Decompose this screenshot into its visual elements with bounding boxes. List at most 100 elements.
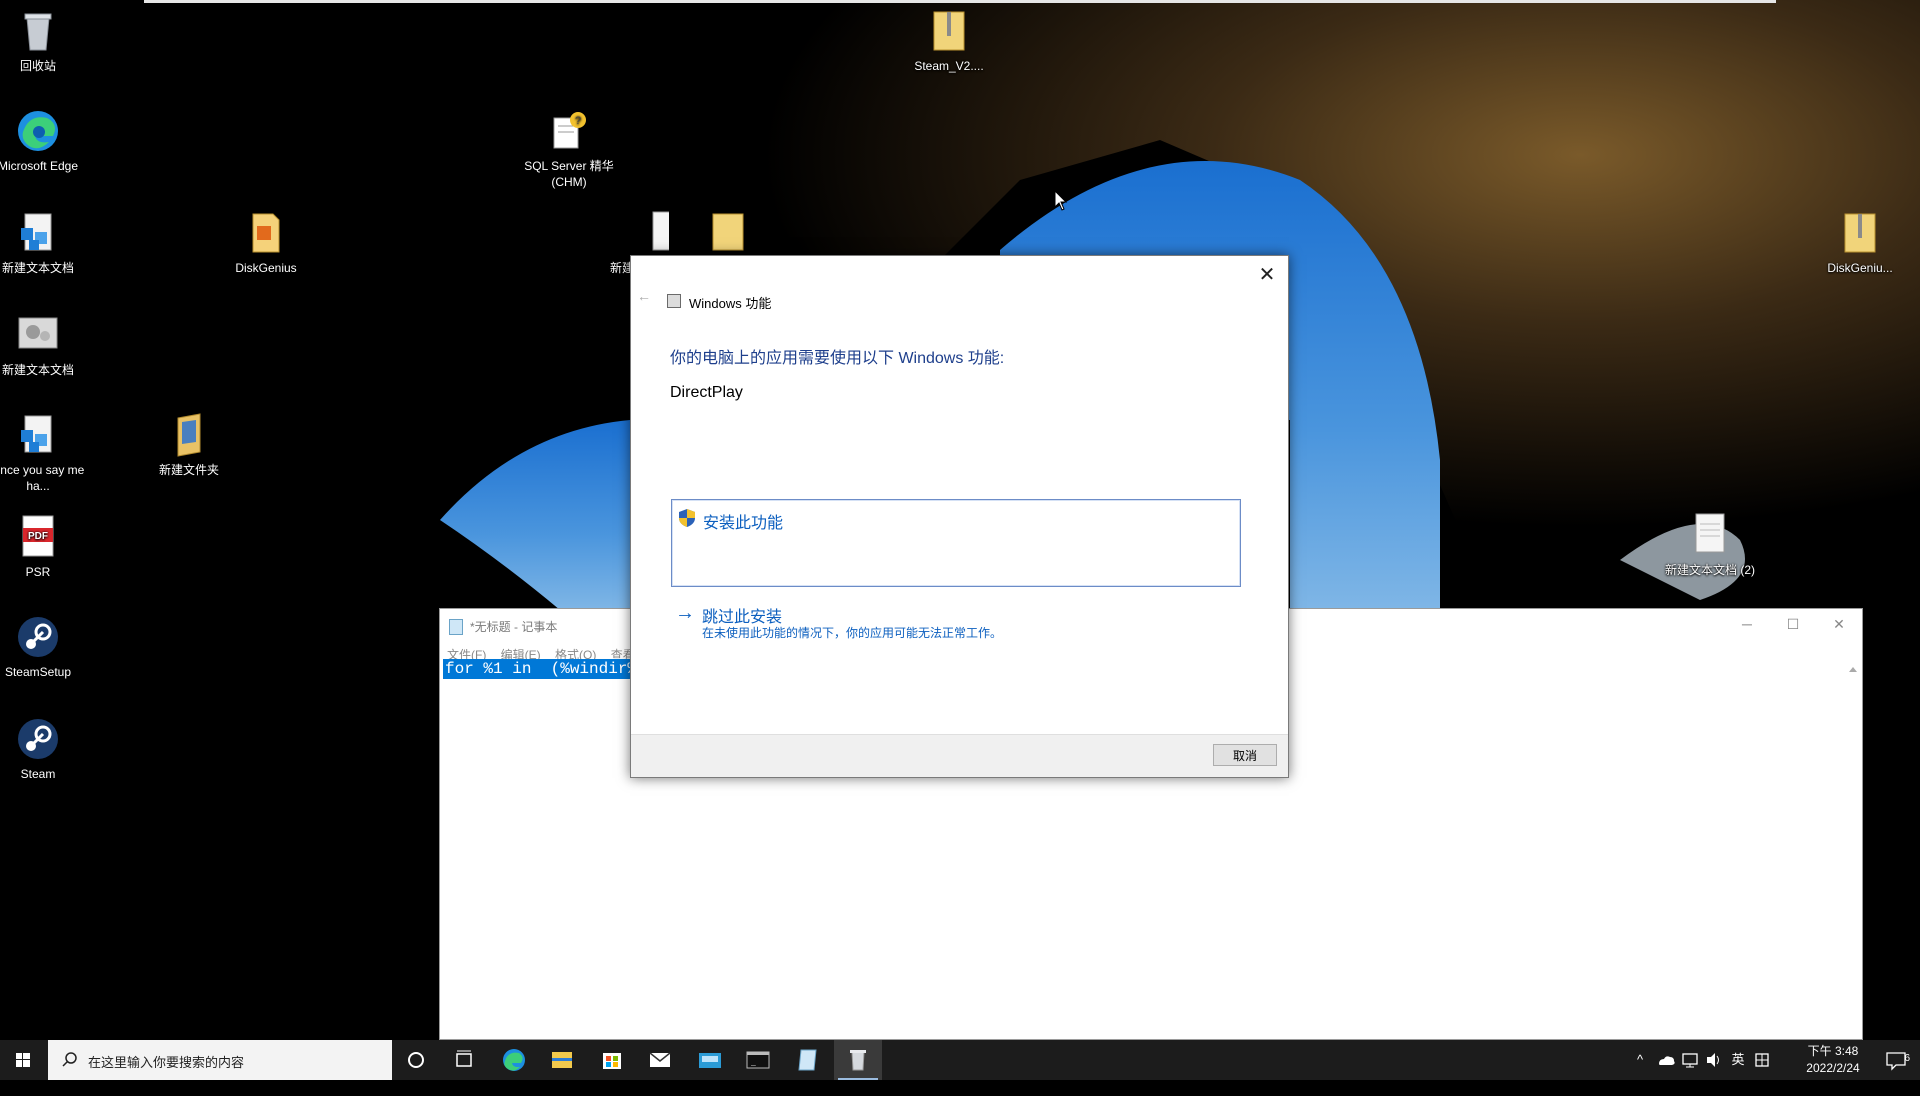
svg-text:_: _ [750, 1059, 756, 1068]
desktop-icon-label: 回收站 [19, 59, 56, 73]
back-arrow-icon[interactable]: ← [637, 288, 651, 304]
notepad-app-icon [449, 619, 463, 635]
recycle-bin-icon [15, 8, 61, 54]
desktop-icon-label: since you say me ha... [0, 463, 85, 493]
desktop-icon-sql-server-chm[interactable]: ? SQL Server 精华 (CHM) [521, 108, 617, 190]
desktop-icon-psr[interactable]: PDF PSR [0, 514, 86, 580]
start-button[interactable] [0, 1040, 46, 1080]
notepad-title: *无标题 - 记事本 [470, 620, 558, 634]
desktop-icon-label: SteamSetup [4, 665, 72, 679]
desktop-icon-label: Microsoft Edge [0, 159, 79, 173]
desktop-icon-new-text-doc-3[interactable]: 新建文本文档 (2) [1662, 512, 1758, 578]
desktop-icon-edge[interactable]: Microsoft Edge [0, 108, 86, 174]
svg-text:?: ? [575, 115, 581, 127]
desktop-icon-label: PSR [25, 565, 51, 579]
desktop-icon-diskgenius[interactable]: DiskGenius [218, 210, 314, 276]
taskbar-clock[interactable]: 下午 3:48 2022/2/24 [1798, 1043, 1868, 1077]
desktop-icon-steam-setup[interactable]: SteamSetup [0, 614, 86, 680]
desktop-icon-since-you-say[interactable]: since you say me ha... [0, 412, 86, 494]
edge-icon [15, 108, 61, 154]
chevron-up-icon[interactable]: ^ [1632, 1040, 1648, 1080]
clock-date: 2022/2/24 [1806, 1061, 1860, 1075]
desktop-icon-diskgenius-zip[interactable]: DiskGeniu... [1812, 210, 1908, 276]
onedrive-icon[interactable] [1656, 1040, 1676, 1080]
install-feature-label: 安装此功能 [703, 515, 784, 532]
cortana-icon[interactable] [392, 1040, 440, 1080]
desktop-icon-label: 新建文本文档 [1, 261, 74, 275]
notification-count-badge: 6 [1904, 1053, 1910, 1064]
diskgenius-icon [243, 210, 289, 256]
pdf-badge: PDF [28, 531, 48, 542]
dialog-title: Windows 功能 [689, 296, 772, 311]
task-view-icon[interactable] [440, 1040, 488, 1080]
control-panel-icon[interactable] [686, 1040, 734, 1080]
desktop-icon-new-folder[interactable]: 新建文件夹 [141, 412, 237, 478]
skip-install-option[interactable]: → 跳过此安装 在未使用此功能的情况下，你的应用可能无法正常工作。 [671, 600, 1241, 646]
zip-folder-icon [705, 210, 751, 256]
vertical-scrollbar[interactable] [1846, 665, 1860, 1035]
recycle-app-icon[interactable] [834, 1040, 882, 1080]
gear-document-icon [15, 312, 61, 358]
maximize-button[interactable]: ☐ [1770, 609, 1816, 639]
zip-folder-icon [926, 8, 972, 54]
search-icon [62, 1052, 77, 1067]
document-icon [15, 210, 61, 256]
desktop-icon-label: Steam_V2.... [914, 59, 984, 73]
file-explorer-icon[interactable] [538, 1040, 586, 1080]
dialog-footer: 取消 [631, 734, 1288, 777]
zip-folder-icon [1837, 210, 1883, 256]
dialog-close-button[interactable]: ✕ [1252, 260, 1282, 290]
desktop-icon-steam-v2-zip[interactable]: Steam_V2.... [901, 8, 997, 74]
arrow-right-icon: → [675, 602, 695, 624]
taskbar: 在这里输入你要搜索的内容 _ ^ 英 下午 3:48 2022/2/24 6 [0, 1040, 1920, 1080]
clock-time: 下午 3:48 [1807, 1044, 1859, 1058]
pdf-icon: PDF [15, 514, 61, 560]
text-file-icon [623, 210, 682, 256]
edge-icon[interactable] [490, 1040, 538, 1080]
feature-name: DirectPlay [670, 384, 743, 401]
windows-features-dialog[interactable]: ✕ ← Windows 功能 你的电脑上的应用需要使用以下 Windows 功能… [630, 255, 1289, 778]
chm-help-icon: ? [546, 108, 592, 154]
top-window-edge [144, 0, 1776, 3]
search-placeholder: 在这里输入你要搜索的内容 [88, 1055, 245, 1070]
scroll-up-icon[interactable] [1849, 667, 1857, 672]
steam-icon [15, 716, 61, 762]
desktop-icon-folder-partial[interactable] [680, 210, 776, 260]
desktop-icon-new-text-doc-1[interactable]: 新建文本文档 [0, 210, 86, 276]
notepad-icon[interactable] [784, 1040, 832, 1080]
ime-mode-icon[interactable] [1752, 1040, 1772, 1080]
desktop-icon-steam[interactable]: Steam [0, 716, 86, 782]
cancel-button[interactable]: 取消 [1213, 744, 1277, 766]
close-button[interactable]: ✕ [1816, 609, 1862, 639]
document-icon [15, 412, 61, 458]
text-file-icon [1687, 512, 1733, 558]
uac-shield-icon [679, 509, 695, 527]
dialog-heading: 你的电脑上的应用需要使用以下 Windows 功能: [670, 350, 1005, 367]
windows-features-icon [667, 294, 681, 308]
install-feature-option[interactable]: 安装此功能 [671, 499, 1241, 587]
mail-icon[interactable] [636, 1040, 684, 1080]
minimize-button[interactable]: ─ [1724, 609, 1770, 639]
network-icon[interactable] [1680, 1040, 1700, 1080]
desktop-icon-label: 新建文件夹 [158, 463, 219, 477]
desktop-icon-recycle-bin[interactable]: 回收站 [0, 8, 86, 74]
desktop-icon-label: 新建文本文档 [1, 363, 74, 377]
desktop-icon-label: DiskGenius [235, 261, 297, 275]
system-tray: ^ 英 下午 3:48 2022/2/24 6 [1620, 1040, 1920, 1080]
desktop-icon-label: DiskGeniu... [1827, 261, 1893, 275]
taskbar-search-box[interactable]: 在这里输入你要搜索的内容 [48, 1040, 392, 1080]
terminal-icon[interactable]: _ [734, 1040, 782, 1080]
ime-language-indicator[interactable]: 英 [1728, 1040, 1748, 1080]
desktop-icon-label: 新建文本文档 (2) [1664, 563, 1755, 577]
desktop-icon-label: SQL Server 精华 (CHM) [524, 159, 614, 189]
steam-icon [15, 614, 61, 660]
desktop-icon-label: Steam [20, 767, 56, 781]
windows-logo-icon [16, 1053, 30, 1067]
desktop-icon-new-text-doc-2[interactable]: 新建文本文档 [0, 312, 86, 378]
notification-center-icon[interactable]: 6 [1878, 1040, 1914, 1080]
folder-icon [166, 412, 212, 458]
skip-install-description: 在未使用此功能的情况下，你的应用可能无法正常工作。 [702, 626, 1003, 640]
volume-icon[interactable] [1704, 1040, 1724, 1080]
store-icon[interactable] [588, 1040, 636, 1080]
mouse-cursor-icon [1054, 190, 1068, 211]
